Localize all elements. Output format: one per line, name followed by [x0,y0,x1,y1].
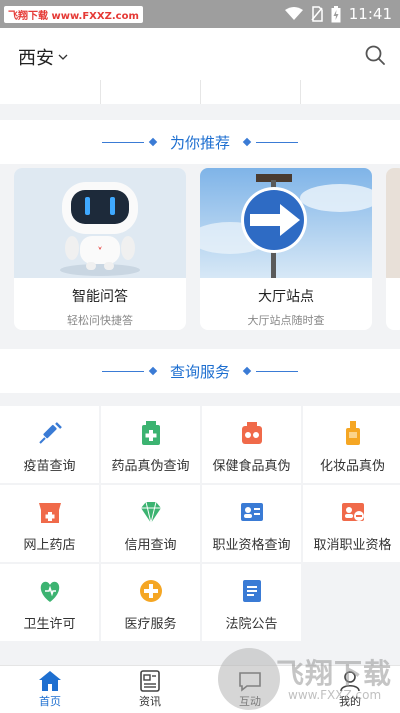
wifi-icon [284,7,303,20]
service-label: 信用查询 [124,538,177,553]
recommend-carousel[interactable]: 智能问答 轻松问快捷答 大厅站点 大厅站点随时查 [0,164,400,344]
nav-label: 资讯 [139,695,161,708]
nav-label: 互动 [239,695,261,708]
title-line [256,370,298,372]
title-line [256,141,298,143]
title-line [101,370,144,372]
title-diamond [148,366,158,376]
chevron-down-icon [58,54,68,60]
service-label: 法院公告 [225,617,278,632]
id-card-icon [240,503,263,521]
nav-label: 首页 [39,695,61,708]
service-label: 职业资格查询 [212,538,291,553]
service-online-pharmacy[interactable]: 网上药店 [0,485,99,562]
no-sim-icon [311,6,323,22]
nav-label: 我的 [339,695,361,708]
diamond-icon [140,501,161,524]
title-diamond [148,137,158,147]
status-icons: 11:41 [284,5,392,23]
service-cancel-qualification[interactable]: 取消职业资格 [303,485,400,562]
card-next-peek[interactable] [386,168,400,330]
service-grid: 疫苗查询 药品真伪查询 保健食品真伪 化妆品真伪 网上药店 信用查询 职业资格查… [0,406,400,642]
battery-icon [331,5,341,22]
service-cosmetic[interactable]: 化妆品真伪 [303,406,400,483]
service-label: 取消职业资格 [313,538,392,553]
card-title: 智能问答 [72,289,128,305]
service-credit-query[interactable]: 信用查询 [101,485,200,562]
medicine-box-icon [141,421,160,445]
service-drug-authenticity[interactable]: 药品真伪查询 [101,406,200,483]
title-diamond [242,137,252,147]
query-title: 查询服务 [169,362,230,381]
card-smart-qa[interactable]: 智能问答 轻松问快捷答 [14,168,186,330]
nav-interact[interactable]: 互动 [200,666,300,713]
service-label: 网上药店 [23,538,76,553]
service-medical[interactable]: 医疗服务 [101,564,200,641]
service-label: 药品真伪查询 [111,459,190,474]
health-food-icon [241,422,262,444]
medical-cross-icon [139,580,162,602]
card-subtitle: 大厅站点随时查 [247,314,325,327]
card-subtitle: 轻松问快捷答 [67,314,133,327]
divider [300,80,301,104]
nav-home[interactable]: 首页 [0,666,100,713]
nav-mine[interactable]: 我的 [300,666,400,713]
service-vaccine-query[interactable]: 疫苗查询 [0,406,99,483]
road-sign-image [200,168,372,278]
robot-image [14,168,186,278]
recommend-title: 为你推荐 [169,133,230,152]
header: 西安 [0,28,400,80]
syringe-icon [38,422,62,444]
user-icon [340,671,360,692]
site-watermark: 飞翔下载 www.FXXZ.com [4,6,143,23]
card-hall-station[interactable]: 大厅站点 大厅站点随时查 [200,168,372,330]
service-label: 医疗服务 [124,617,177,632]
document-icon [242,580,261,602]
empty-cell [303,564,400,641]
interact-icon [239,672,261,692]
service-health-food[interactable]: 保健食品真伪 [202,406,301,483]
service-qualification-query[interactable]: 职业资格查询 [202,485,301,562]
service-label: 疫苗查询 [23,459,76,474]
city-label: 西安 [18,48,54,69]
heart-shield-icon [40,581,59,602]
service-court-notice[interactable]: 法院公告 [202,564,301,641]
service-label: 化妆品真伪 [319,459,385,474]
search-icon[interactable] [364,44,386,66]
card-title: 大厅站点 [258,289,314,305]
nav-news[interactable]: 资讯 [100,666,200,713]
home-icon [39,671,61,691]
bottom-nav: 首页 资讯 互动 我的 [0,665,400,713]
city-selector[interactable]: 西安 [18,44,68,70]
status-bar: 飞翔下载 www.FXXZ.com 11:41 [0,0,400,28]
recommend-section-title: 为你推荐 [0,120,400,164]
title-line [101,141,144,143]
pharmacy-store-icon [38,503,61,523]
query-section-title: 查询服务 [0,349,400,393]
service-health-permit[interactable]: 卫生许可 [0,564,99,641]
clock: 11:41 [348,5,392,23]
divider [200,80,201,104]
top-menu-strip [0,80,400,104]
divider [100,80,101,104]
service-label: 卫生许可 [23,617,76,632]
cosmetic-bottle-icon [345,421,360,445]
id-card-cancel-icon [341,503,364,521]
news-icon [140,670,160,692]
service-label: 保健食品真伪 [212,459,291,474]
title-diamond [242,366,252,376]
